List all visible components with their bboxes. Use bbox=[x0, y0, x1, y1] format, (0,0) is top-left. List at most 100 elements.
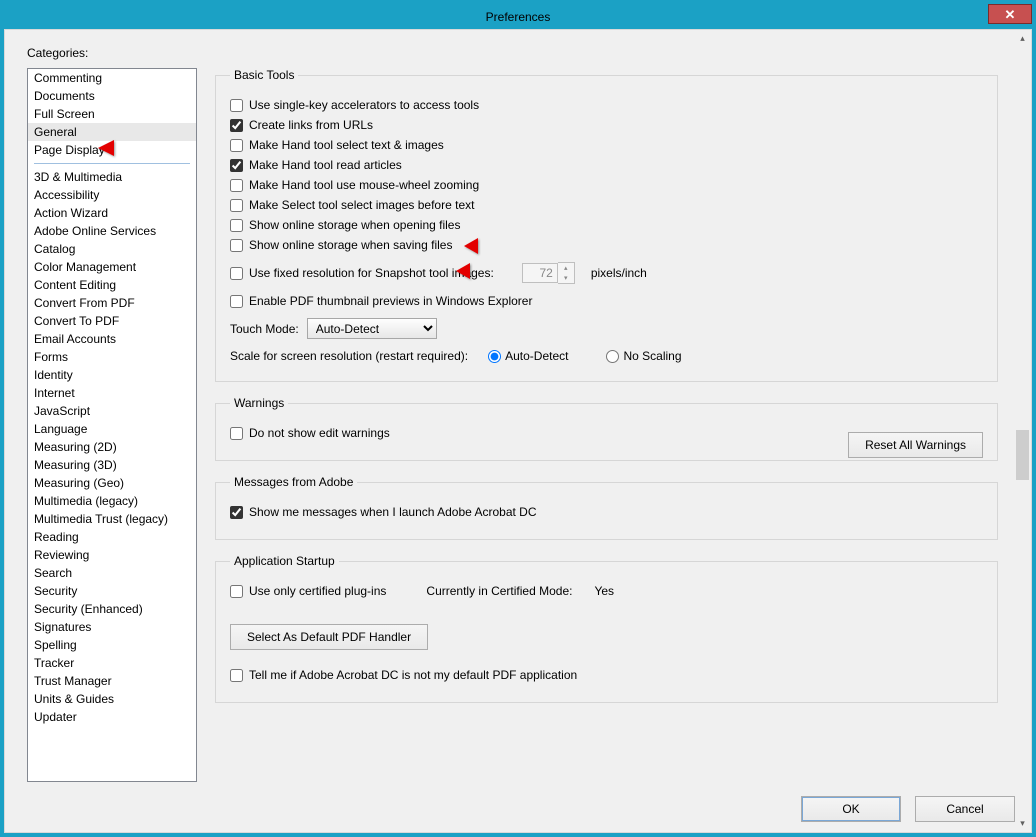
hand-select-text-label: Make Hand tool select text & images bbox=[249, 138, 444, 152]
ok-button[interactable]: OK bbox=[801, 796, 901, 822]
window-title: Preferences bbox=[4, 10, 1032, 24]
sidebar-item-tracker[interactable]: Tracker bbox=[28, 654, 196, 672]
dialog-footer: OK Cancel bbox=[801, 796, 1015, 822]
sidebar-item-identity[interactable]: Identity bbox=[28, 366, 196, 384]
fixed-resolution-unit: pixels/inch bbox=[591, 266, 647, 280]
select-images-before-checkbox[interactable] bbox=[230, 199, 243, 212]
select-default-pdf-handler-button[interactable]: Select As Default PDF Handler bbox=[230, 624, 428, 650]
certified-mode-label: Currently in Certified Mode: bbox=[426, 584, 572, 598]
sidebar-item-javascript[interactable]: JavaScript bbox=[28, 402, 196, 420]
online-save-label: Show online storage when saving files bbox=[249, 238, 452, 252]
create-links-label: Create links from URLs bbox=[249, 118, 373, 132]
single-key-label: Use single-key accelerators to access to… bbox=[249, 98, 479, 112]
basic-tools-group: Basic Tools Use single-key accelerators … bbox=[215, 68, 998, 382]
sidebar-item-signatures[interactable]: Signatures bbox=[28, 618, 196, 636]
sidebar-item-spelling[interactable]: Spelling bbox=[28, 636, 196, 654]
close-button[interactable]: ✕ bbox=[988, 4, 1032, 24]
sidebar-item-reviewing[interactable]: Reviewing bbox=[28, 546, 196, 564]
sidebar-item-measuring-geo-[interactable]: Measuring (Geo) bbox=[28, 474, 196, 492]
certified-mode-value: Yes bbox=[594, 584, 614, 598]
sidebar-item-email-accounts[interactable]: Email Accounts bbox=[28, 330, 196, 348]
hand-read-articles-checkbox[interactable] bbox=[230, 159, 243, 172]
sidebar-item-3d-multimedia[interactable]: 3D & Multimedia bbox=[28, 168, 196, 186]
startup-legend: Application Startup bbox=[230, 554, 339, 568]
touch-mode-select[interactable]: Auto-Detect bbox=[307, 318, 437, 339]
sidebar-item-measuring-2d-[interactable]: Measuring (2D) bbox=[28, 438, 196, 456]
scrollbar[interactable]: ▴ ▾ bbox=[1014, 30, 1031, 832]
no-edit-warnings-checkbox[interactable] bbox=[230, 427, 243, 440]
warnings-legend: Warnings bbox=[230, 396, 288, 410]
messages-legend: Messages from Adobe bbox=[230, 475, 357, 489]
cancel-button[interactable]: Cancel bbox=[915, 796, 1015, 822]
spin-up-icon[interactable]: ▴ bbox=[558, 263, 574, 273]
scale-label: Scale for screen resolution (restart req… bbox=[230, 349, 468, 363]
categories-label: Categories: bbox=[27, 46, 998, 60]
hand-mouse-wheel-checkbox[interactable] bbox=[230, 179, 243, 192]
create-links-checkbox[interactable] bbox=[230, 119, 243, 132]
window-body: ▴ ▾ Categories: CommentingDocumentsFull … bbox=[4, 29, 1032, 833]
online-save-checkbox[interactable] bbox=[230, 239, 243, 252]
scroll-down-icon[interactable]: ▾ bbox=[1014, 815, 1031, 832]
sidebar-item-security-enhanced-[interactable]: Security (Enhanced) bbox=[28, 600, 196, 618]
main-panel: Basic Tools Use single-key accelerators … bbox=[215, 68, 998, 782]
scale-auto-label: Auto-Detect bbox=[505, 349, 568, 363]
no-edit-warnings-label: Do not show edit warnings bbox=[249, 426, 390, 440]
sidebar-item-reading[interactable]: Reading bbox=[28, 528, 196, 546]
sidebar-item-forms[interactable]: Forms bbox=[28, 348, 196, 366]
certified-plugins-checkbox[interactable] bbox=[230, 585, 243, 598]
spin-down-icon[interactable]: ▾ bbox=[558, 273, 574, 283]
sidebar-item-security[interactable]: Security bbox=[28, 582, 196, 600]
sidebar-item-commenting[interactable]: Commenting bbox=[28, 69, 196, 87]
sidebar-item-accessibility[interactable]: Accessibility bbox=[28, 186, 196, 204]
warnings-group: Warnings Do not show edit warnings Reset… bbox=[215, 396, 998, 461]
sidebar-item-convert-from-pdf[interactable]: Convert From PDF bbox=[28, 294, 196, 312]
scroll-up-icon[interactable]: ▴ bbox=[1014, 30, 1031, 47]
hand-read-articles-label: Make Hand tool read articles bbox=[249, 158, 402, 172]
hand-select-text-checkbox[interactable] bbox=[230, 139, 243, 152]
show-messages-launch-label: Show me messages when I launch Adobe Acr… bbox=[249, 505, 537, 519]
preferences-window: Preferences ✕ ▴ ▾ Categories: Commenting… bbox=[0, 0, 1036, 837]
sidebar-item-internet[interactable]: Internet bbox=[28, 384, 196, 402]
thumbnail-preview-checkbox[interactable] bbox=[230, 295, 243, 308]
sidebar-item-adobe-online-services[interactable]: Adobe Online Services bbox=[28, 222, 196, 240]
tell-me-default-label: Tell me if Adobe Acrobat DC is not my de… bbox=[249, 668, 577, 682]
sidebar-item-documents[interactable]: Documents bbox=[28, 87, 196, 105]
sidebar-item-updater[interactable]: Updater bbox=[28, 708, 196, 726]
sidebar-item-full-screen[interactable]: Full Screen bbox=[28, 105, 196, 123]
reset-all-warnings-button[interactable]: Reset All Warnings bbox=[848, 432, 983, 458]
sidebar-item-content-editing[interactable]: Content Editing bbox=[28, 276, 196, 294]
online-open-checkbox[interactable] bbox=[230, 219, 243, 232]
scroll-thumb[interactable] bbox=[1016, 430, 1029, 480]
fixed-resolution-label: Use fixed resolution for Snapshot tool i… bbox=[249, 266, 494, 280]
sidebar-item-measuring-3d-[interactable]: Measuring (3D) bbox=[28, 456, 196, 474]
basic-tools-legend: Basic Tools bbox=[230, 68, 298, 82]
sidebar-item-catalog[interactable]: Catalog bbox=[28, 240, 196, 258]
sidebar-item-color-management[interactable]: Color Management bbox=[28, 258, 196, 276]
select-images-before-label: Make Select tool select images before te… bbox=[249, 198, 474, 212]
categories-listbox[interactable]: CommentingDocumentsFull ScreenGeneralPag… bbox=[27, 68, 197, 782]
sidebar-item-search[interactable]: Search bbox=[28, 564, 196, 582]
close-icon: ✕ bbox=[1005, 8, 1016, 21]
sidebar-item-multimedia-trust-legacy-[interactable]: Multimedia Trust (legacy) bbox=[28, 510, 196, 528]
tell-me-default-checkbox[interactable] bbox=[230, 669, 243, 682]
sidebar-item-convert-to-pdf[interactable]: Convert To PDF bbox=[28, 312, 196, 330]
sidebar-item-action-wizard[interactable]: Action Wizard bbox=[28, 204, 196, 222]
sidebar-item-general[interactable]: General bbox=[28, 123, 196, 141]
online-open-label: Show online storage when opening files bbox=[249, 218, 460, 232]
sidebar-item-multimedia-legacy-[interactable]: Multimedia (legacy) bbox=[28, 492, 196, 510]
fixed-resolution-input[interactable] bbox=[522, 263, 558, 283]
show-messages-launch-checkbox[interactable] bbox=[230, 506, 243, 519]
messages-group: Messages from Adobe Show me messages whe… bbox=[215, 475, 998, 540]
fixed-resolution-checkbox[interactable] bbox=[230, 267, 243, 280]
scale-none-radio[interactable] bbox=[606, 350, 619, 363]
sidebar-item-language[interactable]: Language bbox=[28, 420, 196, 438]
sidebar-item-page-display[interactable]: Page Display bbox=[28, 141, 196, 159]
startup-group: Application Startup Use only certified p… bbox=[215, 554, 998, 703]
sidebar-item-units-guides[interactable]: Units & Guides bbox=[28, 690, 196, 708]
sidebar-item-trust-manager[interactable]: Trust Manager bbox=[28, 672, 196, 690]
hand-mouse-wheel-label: Make Hand tool use mouse-wheel zooming bbox=[249, 178, 479, 192]
scale-none-label: No Scaling bbox=[623, 349, 681, 363]
single-key-checkbox[interactable] bbox=[230, 99, 243, 112]
sidebar-divider bbox=[34, 163, 190, 164]
scale-auto-radio[interactable] bbox=[488, 350, 501, 363]
